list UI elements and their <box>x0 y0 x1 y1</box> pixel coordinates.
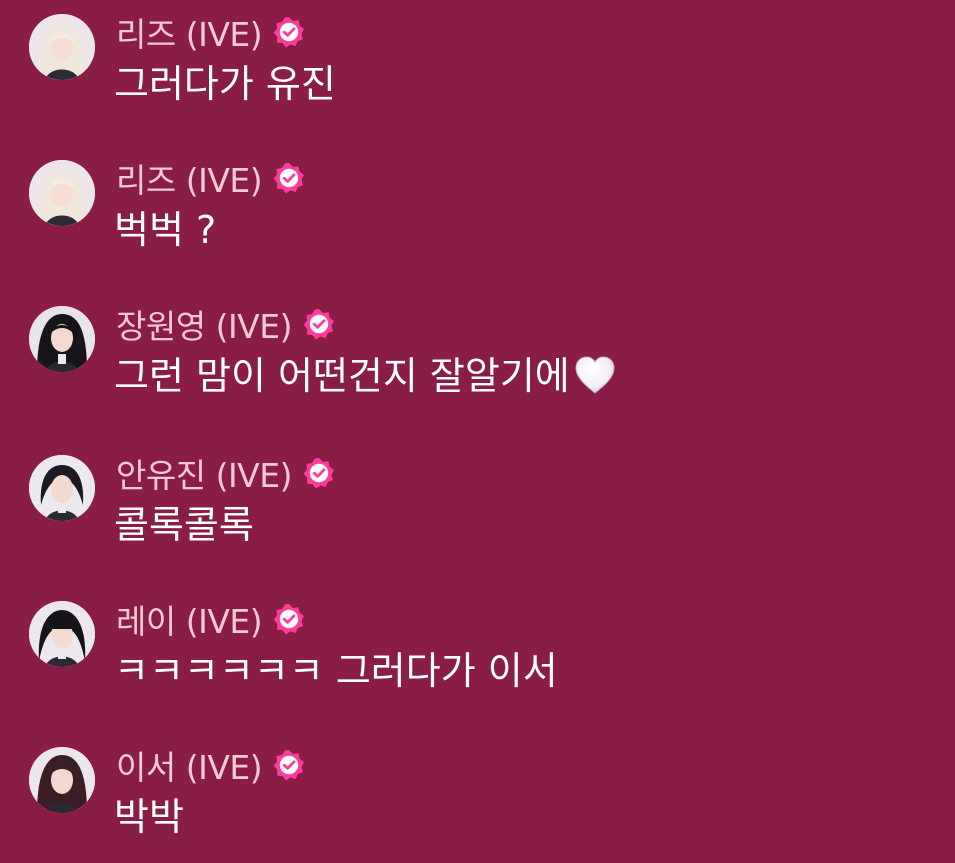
message-text: 벅벅 ? <box>114 204 216 256</box>
author-row: 레이 (IVE) <box>116 597 306 641</box>
verified-badge-icon <box>302 456 336 490</box>
avatar-liz-icon <box>29 14 95 80</box>
verified-badge-icon <box>272 602 306 636</box>
author-name[interactable]: 이서 (IVE) <box>116 741 263 789</box>
message-text: 그런 맘이 어떤건지 잘알기에 <box>114 350 618 402</box>
chat-message: 장원영 (IVE) 그런 맘이 어떤건지 잘알기에 <box>0 306 955 416</box>
avatar-leeseo-icon <box>29 747 95 813</box>
avatar-wonyoung-icon <box>29 306 95 372</box>
chat-message: 이서 (IVE) 박박 <box>0 747 955 857</box>
white-heart-emoji-icon <box>572 353 618 399</box>
message-text-content: 콜록콜록 <box>114 503 254 547</box>
chat-message: 안유진 (IVE) 콜록콜록 <box>0 455 955 565</box>
avatar[interactable] <box>29 601 95 667</box>
message-text-content: 박박 <box>114 795 184 839</box>
author-row: 안유진 (IVE) <box>116 451 336 495</box>
author-row: 이서 (IVE) <box>116 743 306 787</box>
avatar-rei-icon <box>29 601 95 667</box>
avatar[interactable] <box>29 747 95 813</box>
author-name[interactable]: 레이 (IVE) <box>116 595 263 643</box>
author-name[interactable]: 안유진 (IVE) <box>116 449 292 497</box>
message-text: 박박 <box>114 791 184 843</box>
message-text: 콜록콜록 <box>114 499 254 551</box>
chat-message-list: 리즈 (IVE) 그러다가 유진 리즈 (IVE) 벅벅 ? 장원영 (IVE)… <box>0 0 955 863</box>
chat-message: 레이 (IVE) ㅋㅋㅋㅋㅋㅋ 그러다가 이서 <box>0 601 955 711</box>
avatar[interactable] <box>29 306 95 372</box>
author-row: 리즈 (IVE) <box>116 156 306 200</box>
author-name[interactable]: 리즈 (IVE) <box>116 154 263 202</box>
message-text: ㅋㅋㅋㅋㅋㅋ 그러다가 이서 <box>114 645 558 697</box>
chat-message: 리즈 (IVE) 벅벅 ? <box>0 160 955 270</box>
avatar[interactable] <box>29 160 95 226</box>
avatar[interactable] <box>29 14 95 80</box>
verified-badge-icon <box>272 161 306 195</box>
author-row: 리즈 (IVE) <box>116 10 306 54</box>
message-text-content: 그런 맘이 어떤건지 잘알기에 <box>114 354 570 398</box>
author-name[interactable]: 장원영 (IVE) <box>116 300 292 348</box>
message-text-content: ㅋㅋㅋㅋㅋㅋ 그러다가 이서 <box>114 649 558 693</box>
avatar-yujin-icon <box>29 455 95 521</box>
verified-badge-icon <box>272 15 306 49</box>
chat-message: 리즈 (IVE) 그러다가 유진 <box>0 14 955 124</box>
author-row: 장원영 (IVE) <box>116 302 336 346</box>
avatar[interactable] <box>29 455 95 521</box>
verified-badge-icon <box>272 748 306 782</box>
message-text: 그러다가 유진 <box>114 58 336 110</box>
avatar-liz-icon <box>29 160 95 226</box>
message-text-content: 벅벅 ? <box>114 208 217 252</box>
verified-badge-icon <box>302 307 336 341</box>
author-name[interactable]: 리즈 (IVE) <box>116 8 263 56</box>
message-text-content: 그러다가 유진 <box>114 62 336 106</box>
